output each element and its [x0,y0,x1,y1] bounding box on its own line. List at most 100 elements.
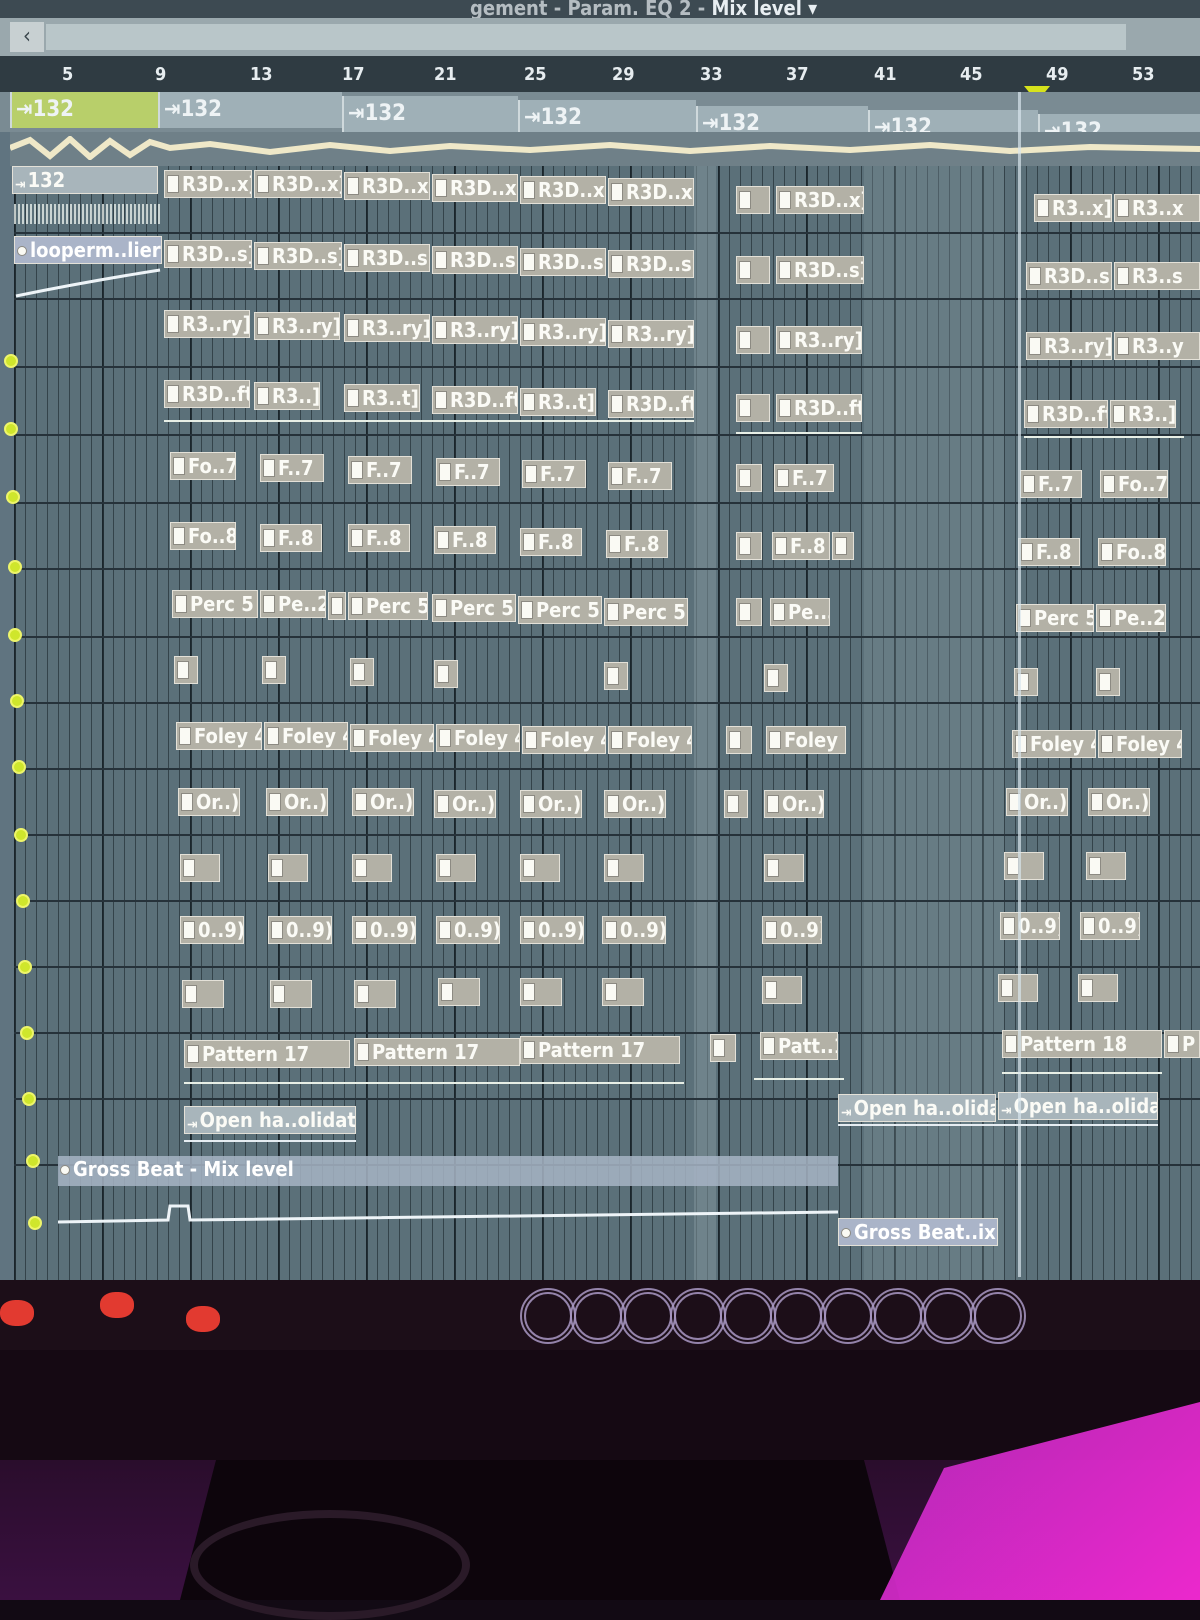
pattern-clip[interactable] [352,854,392,882]
pattern-clip[interactable]: Perc 5 [1016,604,1094,632]
track-led-icon[interactable] [28,1216,42,1230]
pattern-clip[interactable]: 0..9) [520,916,584,944]
pattern-clip[interactable]: Foley 4 [264,722,348,750]
pattern-clip[interactable]: Or..) [604,790,666,818]
pattern-clip[interactable]: R3..ry] [432,316,518,344]
pattern-clip[interactable]: R3..ry] [608,320,694,348]
pattern-clip[interactable]: R3D..s] [520,248,606,276]
pattern-clip[interactable]: R3D..ft] [432,386,518,414]
pattern-clip[interactable] [602,978,644,1006]
pattern-clip[interactable] [520,978,562,1006]
pattern-clip[interactable]: F..7 [436,458,500,486]
pattern-clip[interactable]: Or..) [1088,788,1150,816]
pattern-clip[interactable]: R3..s [1114,262,1200,290]
tempo-clip[interactable]: ⇥132 [10,92,158,128]
pattern-clip[interactable]: F..7 [348,456,412,484]
pattern-clip[interactable]: Perc 5 [348,592,428,620]
pattern-clip[interactable] [1096,668,1120,696]
pattern-clip[interactable]: Foley 4 [522,726,606,754]
pattern-clip[interactable]: R3D..x] [520,176,606,204]
scroll-left-icon[interactable]: ‹ [10,22,44,52]
pattern-clip[interactable]: 0..9) [436,916,500,944]
pattern-clip[interactable] [520,854,560,882]
pattern-clip[interactable]: F..8 [348,524,410,552]
pattern-clip[interactable]: F..8 [772,532,830,560]
pattern-clip[interactable] [268,854,308,882]
pattern-clip[interactable]: Fo..7 [170,452,236,480]
pattern-clip[interactable]: Foley 4 [436,724,520,752]
pattern-clip[interactable]: F..8 [260,524,322,552]
pattern-clip[interactable]: R3D..s] [1026,262,1112,290]
pattern-clip[interactable] [328,592,346,620]
pattern-clip[interactable]: R3..] [1110,400,1176,428]
pattern-clip[interactable]: Foley 4 [1012,730,1096,758]
pattern-clip[interactable] [1004,852,1044,880]
pattern-clip[interactable]: R3..ry] [1026,332,1112,360]
audio-clip[interactable]: ⇥ 132 [12,166,158,194]
pattern-clip[interactable]: R3D..s] [344,244,430,272]
pattern-clip[interactable]: Fo..7 [1100,470,1168,498]
horizontal-scrollbar[interactable]: ‹ [0,18,1200,56]
track-led-icon[interactable] [18,960,32,974]
pattern-clip[interactable]: R3D..x] [254,170,342,198]
pattern-clip[interactable]: R3..] [254,382,320,410]
pattern-clip[interactable]: 0..9) [1000,912,1060,940]
pattern-clip[interactable]: Perc 5 [604,598,688,626]
pattern-clip[interactable] [354,980,396,1008]
pattern-clip[interactable]: F..7 [608,462,672,490]
track-led-icon[interactable] [6,490,20,504]
playhead-line[interactable] [1018,92,1021,1277]
pattern-clip[interactable]: R3..t] [520,388,596,416]
pattern-clip[interactable]: R3..ry] [520,318,606,346]
pattern-clip[interactable]: Pattern 18 [1002,1030,1162,1058]
pattern-clip[interactable]: 0..9) [762,916,822,944]
pattern-clip[interactable] [832,532,854,560]
track-led-icon[interactable] [4,354,18,368]
pattern-clip[interactable]: F..8 [606,530,668,558]
pattern-clip[interactable]: R3D..ft] [776,394,862,422]
pattern-clip[interactable]: Or..) [352,788,414,816]
pattern-clip[interactable]: Fo..8 [170,522,236,550]
pattern-clip[interactable] [436,854,476,882]
pattern-clip[interactable] [764,854,804,882]
pattern-clip[interactable]: Perc 5 [518,596,602,624]
pattern-clip[interactable]: R3D..x] [608,178,694,206]
pattern-clip[interactable]: Perc 5 [172,590,258,618]
pattern-clip[interactable] [736,326,770,354]
automation-clip[interactable]: Gross Beat - Mix level [58,1156,358,1184]
pattern-clip[interactable]: F..7 [1020,470,1082,498]
pattern-clip[interactable]: 0..9) [1080,912,1140,940]
track-led-icon[interactable] [12,760,26,774]
pattern-clip[interactable]: R3D..s] [432,246,518,274]
pattern-clip[interactable]: Pattern 17 [520,1036,680,1064]
pattern-clip[interactable] [736,464,762,492]
pattern-clip[interactable] [736,186,770,214]
tempo-clip[interactable]: ⇥132 [518,100,696,136]
pattern-clip[interactable]: F..7 [522,460,586,488]
pattern-clip[interactable]: R3..y [1114,332,1200,360]
pattern-clip[interactable]: Patt..17 [760,1032,838,1060]
track-led-icon[interactable] [14,828,28,842]
pattern-clip[interactable]: R3D..x] [776,186,864,214]
pattern-clip[interactable] [764,664,788,692]
pattern-clip[interactable]: 0..9) [602,916,666,944]
audio-waveform-track[interactable] [10,132,1200,166]
pattern-clip[interactable] [736,256,770,284]
pattern-clip[interactable]: Foley 4 [766,726,846,754]
pattern-clip[interactable]: R3D..x] [164,170,252,198]
pattern-clip[interactable] [1078,974,1118,1002]
pattern-clip[interactable]: Or..) [520,790,582,818]
pattern-clip[interactable]: R3..x [1114,194,1200,222]
pattern-clip[interactable] [350,658,374,686]
pattern-clip[interactable]: Fo..8 [1098,538,1166,566]
pattern-clip[interactable] [762,976,802,1004]
pattern-clip[interactable] [724,790,748,818]
pattern-clip[interactable]: R3..ry] [776,326,862,354]
pattern-clip[interactable]: Or..) [764,790,824,818]
pattern-clip[interactable]: Or..) [1006,788,1068,816]
audio-clip[interactable]: ⇥Open ha..olidated) [838,1094,996,1122]
pattern-clip[interactable] [710,1034,736,1062]
pattern-clip[interactable] [262,656,286,684]
pattern-clip[interactable] [1086,852,1126,880]
pattern-clip[interactable] [736,532,762,560]
